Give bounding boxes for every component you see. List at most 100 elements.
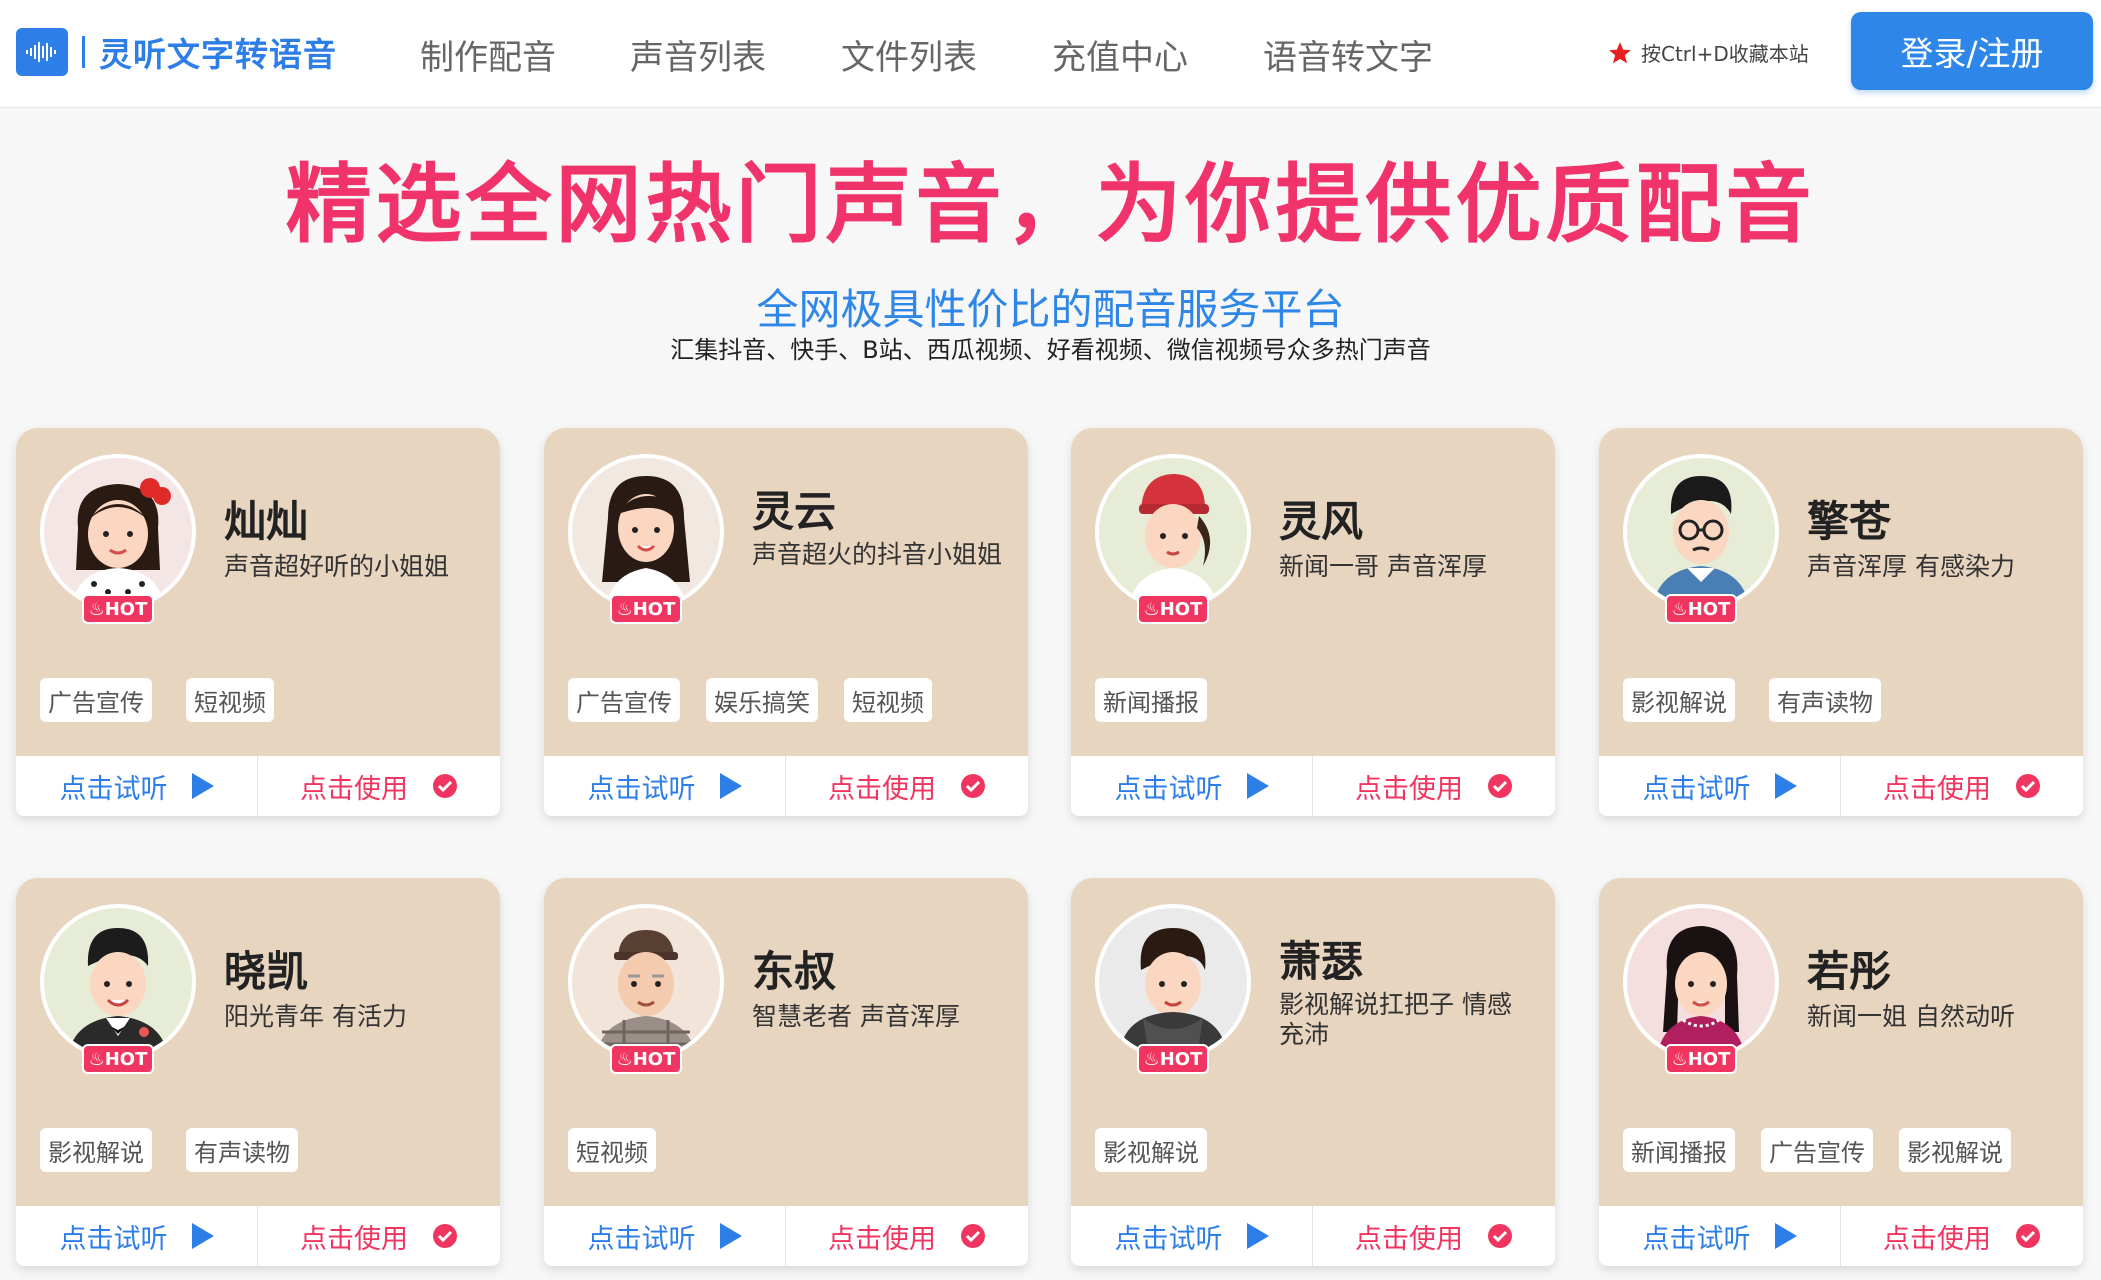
check-circle-icon <box>433 774 457 798</box>
flame-icon: ♨ <box>616 598 633 620</box>
hero-subtitle: 全网极具性价比的配音服务平台 <box>756 285 1345 334</box>
logo-divider <box>82 36 85 68</box>
listen-button[interactable]: 点击试听 <box>1071 756 1313 816</box>
nav-recharge[interactable]: 充值中心 <box>1052 30 1188 79</box>
star-icon <box>1609 41 1631 63</box>
flame-icon: ♨ <box>1143 1048 1160 1070</box>
voice-card: ♨ HOT 萧瑟 影视解说扛把子 情感充沛 影视解说 点击试听 点击使用 <box>1071 878 1555 1266</box>
voice-tag: 影视解说 <box>1899 1128 2011 1172</box>
avatar <box>1095 454 1251 610</box>
check-circle-icon <box>2016 1224 2040 1248</box>
voice-card: ♨ HOT 擎苍 声音浑厚 有感染力 影视解说 有声读物 点击试听 点击使用 <box>1599 428 2083 816</box>
voice-description: 声音超好听的小姐姐 <box>224 552 450 581</box>
hot-badge: ♨ HOT <box>1665 1044 1737 1074</box>
voice-card: ♨ HOT 晓凯 阳光青年 有活力 影视解说 有声读物 点击试听 点击使用 <box>16 878 500 1266</box>
check-circle-icon <box>961 1224 985 1248</box>
voice-name: 擎苍 <box>1807 497 1892 546</box>
use-button[interactable]: 点击使用 <box>786 1206 1028 1266</box>
site-logo[interactable]: 灵听文字转语音 <box>16 28 337 76</box>
listen-button[interactable]: 点击试听 <box>1071 1206 1313 1266</box>
hero-description: 汇集抖音、快手、B站、西瓜视频、好看视频、微信视频号众多热门声音 <box>670 336 1431 364</box>
use-button[interactable]: 点击使用 <box>258 756 500 816</box>
voice-tag: 新闻播报 <box>1623 1128 1735 1172</box>
waveform-icon <box>16 28 68 76</box>
voice-tag: 有声读物 <box>186 1128 298 1172</box>
voice-name: 晓凯 <box>224 947 309 996</box>
voice-tag: 广告宣传 <box>40 678 152 722</box>
voice-description: 声音超火的抖音小姐姐 <box>752 540 1003 569</box>
use-button[interactable]: 点击使用 <box>1841 756 2083 816</box>
voice-card: ♨ HOT 灿灿 声音超好听的小姐姐 广告宣传 短视频 点击试听 点击使用 <box>16 428 500 816</box>
voice-tag: 短视频 <box>186 678 274 722</box>
hot-badge: ♨ HOT <box>610 594 682 624</box>
voice-name: 若彤 <box>1807 947 1892 996</box>
play-icon <box>191 773 214 799</box>
avatar <box>1623 904 1779 1060</box>
use-button[interactable]: 点击使用 <box>786 756 1028 816</box>
avatar <box>40 904 196 1060</box>
nav-speech-to-text[interactable]: 语音转文字 <box>1263 30 1433 79</box>
nav-file-list[interactable]: 文件列表 <box>841 30 977 79</box>
voice-tags: 影视解说 有声读物 <box>40 1128 298 1172</box>
flame-icon: ♨ <box>616 1048 633 1070</box>
flame-icon: ♨ <box>1671 598 1688 620</box>
avatar <box>568 904 724 1060</box>
bookmark-hint[interactable]: 按Ctrl+D收藏本站 <box>1607 38 1809 67</box>
flame-icon: ♨ <box>88 1048 105 1070</box>
avatar <box>1095 904 1251 1060</box>
flame-icon: ♨ <box>1143 598 1160 620</box>
voice-description: 阳光青年 有活力 <box>224 1002 407 1031</box>
flame-icon: ♨ <box>88 598 105 620</box>
voice-card: ♨ HOT 若彤 新闻一姐 自然动听 新闻播报 广告宣传 影视解说 点击试听 点击… <box>1599 878 2083 1266</box>
play-icon <box>1246 773 1269 799</box>
listen-button[interactable]: 点击试听 <box>1599 1206 1841 1266</box>
login-register-button[interactable]: 登录/注册 <box>1851 12 2093 90</box>
voice-name: 东叔 <box>752 947 837 996</box>
listen-button[interactable]: 点击试听 <box>16 756 258 816</box>
logo-text: 灵听文字转语音 <box>99 35 337 74</box>
use-button[interactable]: 点击使用 <box>258 1206 500 1266</box>
listen-button[interactable]: 点击试听 <box>544 1206 786 1266</box>
voice-name: 灵风 <box>1279 497 1364 546</box>
hot-badge: ♨ HOT <box>1137 594 1209 624</box>
voice-card: ♨ HOT 东叔 智慧老者 声音浑厚 短视频 点击试听 点击使用 <box>544 878 1028 1266</box>
play-icon <box>719 1223 742 1249</box>
voice-tag: 广告宣传 <box>1761 1128 1873 1172</box>
use-button[interactable]: 点击使用 <box>1313 1206 1555 1266</box>
avatar <box>40 454 196 610</box>
nav-make-dubbing[interactable]: 制作配音 <box>420 30 556 79</box>
voice-tag: 有声读物 <box>1769 678 1881 722</box>
voice-description: 新闻一哥 声音浑厚 <box>1279 552 1487 581</box>
voice-tag: 影视解说 <box>40 1128 152 1172</box>
voice-description: 智慧老者 声音浑厚 <box>752 1002 960 1031</box>
play-icon <box>191 1223 214 1249</box>
voice-tag: 短视频 <box>568 1128 656 1172</box>
voice-name: 灿灿 <box>224 497 309 546</box>
nav-voice-list[interactable]: 声音列表 <box>630 30 766 79</box>
flame-icon: ♨ <box>1671 1048 1688 1070</box>
top-header: 灵听文字转语音 制作配音 声音列表 文件列表 充值中心 语音转文字 按Ctrl+… <box>0 0 2101 108</box>
hot-badge: ♨ HOT <box>610 1044 682 1074</box>
listen-button[interactable]: 点击试听 <box>1599 756 1841 816</box>
use-button[interactable]: 点击使用 <box>1841 1206 2083 1266</box>
hot-badge: ♨ HOT <box>82 594 154 624</box>
voice-name: 灵云 <box>752 487 837 536</box>
check-circle-icon <box>1488 1224 1512 1248</box>
hot-badge: ♨ HOT <box>1665 594 1737 624</box>
voice-description: 影视解说扛把子 情感充沛 <box>1279 990 1512 1049</box>
play-icon <box>1774 1223 1797 1249</box>
listen-button[interactable]: 点击试听 <box>544 756 786 816</box>
avatar <box>568 454 724 610</box>
voice-name: 萧瑟 <box>1279 937 1364 986</box>
voice-tags: 影视解说 <box>1095 1128 1207 1172</box>
play-icon <box>719 773 742 799</box>
voice-tag: 娱乐搞笑 <box>706 678 818 722</box>
play-icon <box>1246 1223 1269 1249</box>
avatar <box>1623 454 1779 610</box>
voice-card: ♨ HOT 灵云 声音超火的抖音小姐姐 广告宣传 娱乐搞笑 短视频 点击试听 点击… <box>544 428 1028 816</box>
voice-card: ♨ HOT 灵风 新闻一哥 声音浑厚 新闻播报 点击试听 点击使用 <box>1071 428 1555 816</box>
voice-tags: 广告宣传 短视频 <box>40 678 274 722</box>
voice-tag: 新闻播报 <box>1095 678 1207 722</box>
listen-button[interactable]: 点击试听 <box>16 1206 258 1266</box>
use-button[interactable]: 点击使用 <box>1313 756 1555 816</box>
